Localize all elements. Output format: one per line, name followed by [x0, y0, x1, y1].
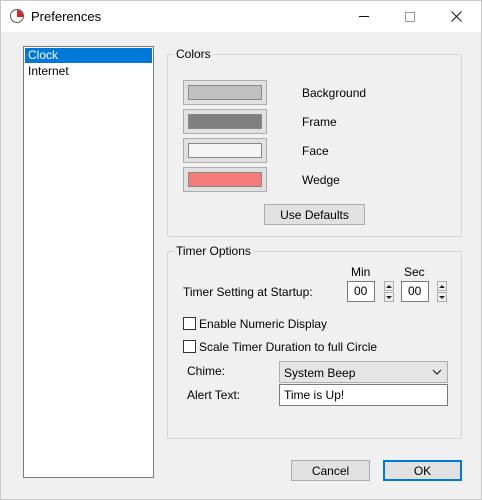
seconds-input[interactable]: 00 — [401, 281, 429, 302]
scale-duration-option[interactable]: Scale Timer Duration to full Circle — [183, 339, 377, 354]
timer-options-group-label: Timer Options — [174, 244, 253, 258]
colors-group-label: Colors — [174, 47, 213, 61]
numeric-display-checkbox[interactable] — [183, 317, 196, 330]
scale-duration-checkbox[interactable] — [183, 340, 196, 353]
frame-color-label: Frame — [302, 115, 337, 129]
maximize-icon — [405, 11, 415, 22]
arrow-down-icon — [439, 295, 445, 299]
window-title: Preferences — [31, 9, 102, 24]
min-header: Min — [351, 265, 371, 279]
arrow-up-icon — [439, 284, 445, 288]
close-button[interactable] — [433, 1, 479, 32]
face-color-swatch — [188, 143, 262, 158]
preferences-window: Preferences Clock Internet Colors Backgr… — [0, 0, 482, 500]
minutes-spinner[interactable] — [384, 281, 394, 302]
category-list[interactable]: Clock Internet — [23, 46, 154, 478]
background-color-label: Background — [302, 86, 367, 100]
arrow-up-icon — [386, 284, 392, 288]
use-defaults-button[interactable]: Use Defaults — [264, 204, 365, 225]
seconds-down-button[interactable] — [437, 292, 447, 302]
ok-button[interactable]: OK — [383, 460, 462, 481]
scale-duration-label: Scale Timer Duration to full Circle — [199, 339, 378, 354]
minutes-down-button[interactable] — [384, 292, 394, 302]
frame-color-swatch — [188, 114, 262, 129]
chime-select[interactable]: System Beep — [279, 361, 448, 383]
alert-text-input[interactable]: Time is Up! — [279, 384, 448, 406]
seconds-up-button[interactable] — [437, 281, 447, 291]
chime-label: Chime: — [187, 364, 226, 378]
category-item-clock[interactable]: Clock — [25, 48, 152, 63]
wedge-color-label: Wedge — [302, 173, 340, 187]
sec-header: Sec — [404, 265, 425, 279]
wedge-color-swatch — [188, 172, 262, 187]
face-color-button[interactable] — [183, 138, 267, 163]
minutes-input[interactable]: 00 — [347, 281, 375, 302]
minutes-up-button[interactable] — [384, 281, 394, 291]
alert-text-label: Alert Text: — [187, 388, 241, 402]
startup-label: Timer Setting at Startup: — [183, 285, 313, 299]
chime-selected-value: System Beep — [284, 366, 356, 380]
chevron-down-icon — [432, 369, 442, 375]
maximize-button[interactable] — [387, 1, 433, 32]
arrow-down-icon — [386, 295, 392, 299]
background-color-button[interactable] — [183, 80, 267, 105]
minimize-icon — [359, 16, 369, 17]
frame-color-button[interactable] — [183, 109, 267, 134]
seconds-spinner[interactable] — [437, 281, 447, 302]
clock-app-icon — [10, 9, 24, 23]
numeric-display-label: Enable Numeric Display — [199, 316, 328, 331]
minimize-button[interactable] — [341, 1, 387, 32]
face-color-label: Face — [302, 144, 329, 158]
cancel-button[interactable]: Cancel — [291, 460, 370, 481]
close-icon — [450, 11, 462, 22]
wedge-color-button[interactable] — [183, 167, 267, 192]
title-bar[interactable]: Preferences — [1, 1, 481, 32]
numeric-display-option[interactable]: Enable Numeric Display — [183, 316, 327, 331]
category-item-internet[interactable]: Internet — [25, 64, 152, 79]
background-color-swatch — [188, 85, 262, 100]
